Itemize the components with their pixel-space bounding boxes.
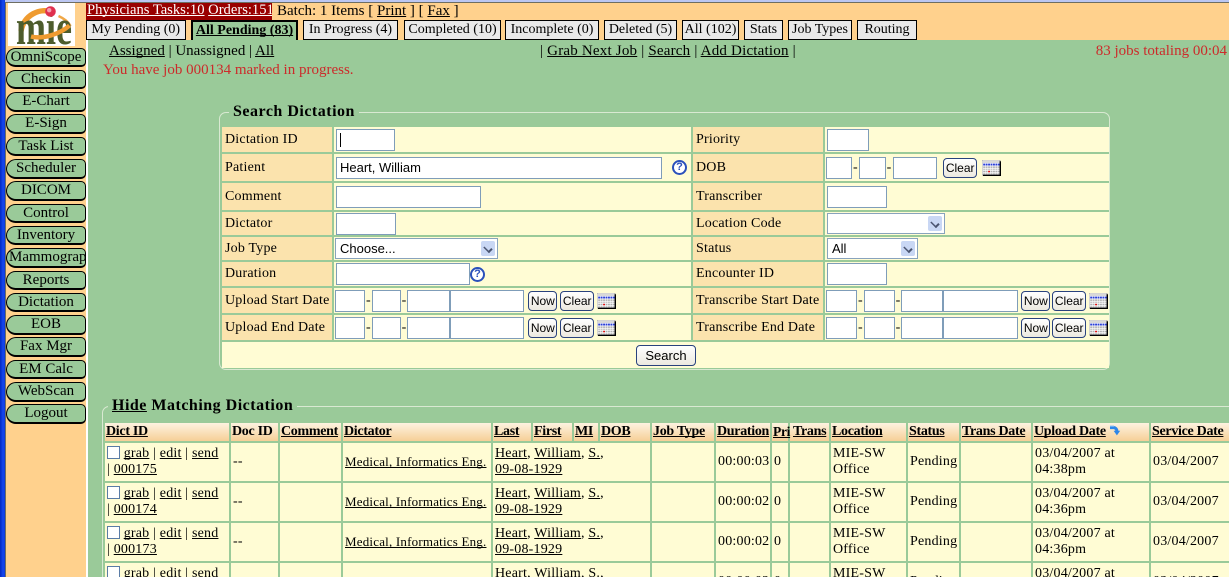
svg-text:mie: mie (16, 3, 72, 46)
